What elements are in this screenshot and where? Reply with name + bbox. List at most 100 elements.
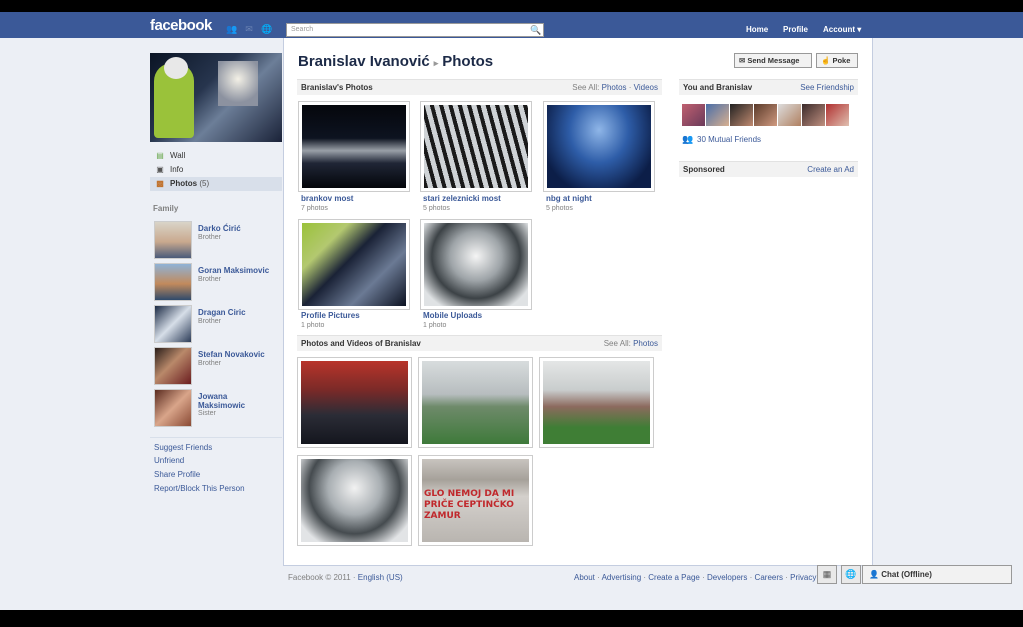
search-input[interactable]: Search — [286, 23, 544, 37]
footer-link-about[interactable]: About — [574, 573, 595, 582]
family-member[interactable]: Dragan Ciric Brother — [154, 305, 282, 343]
mutual-friend-avatar[interactable] — [706, 104, 729, 126]
album-thumbnail[interactable] — [420, 101, 532, 192]
profile-picture[interactable] — [150, 53, 282, 142]
chat-button[interactable]: 👤 Chat (Offline) — [862, 565, 1012, 584]
applications-icon[interactable]: ▦ — [817, 565, 837, 584]
photos-count: (5) — [199, 179, 210, 188]
mutual-friends-link[interactable]: 30 Mutual Friends — [697, 135, 761, 144]
albums-section-title: Branislav's Photos — [301, 83, 373, 92]
divider — [150, 437, 282, 438]
messages-icon[interactable]: ✉ — [244, 24, 254, 34]
notifications-icon[interactable]: 🌐 — [261, 24, 272, 34]
see-friendship-link[interactable]: See Friendship — [800, 80, 854, 96]
family-member[interactable]: Jowana Maksimowic Sister — [154, 389, 282, 427]
sidebar-item-label: Wall — [170, 151, 186, 160]
language-link[interactable]: English (US) — [358, 573, 403, 582]
photo-image — [301, 459, 408, 542]
footer-link-advertising[interactable]: Advertising — [602, 573, 642, 582]
album-thumbnail[interactable] — [543, 101, 655, 192]
family-relation: Brother — [198, 234, 221, 241]
unfriend-link[interactable]: Unfriend — [154, 456, 184, 465]
album-title[interactable]: nbg at night — [546, 194, 592, 203]
album-cover-image — [424, 105, 528, 188]
album-title[interactable]: stari zeleznicki most — [423, 194, 501, 203]
album-title[interactable]: Mobile Uploads — [423, 311, 482, 320]
share-profile-link[interactable]: Share Profile — [154, 470, 200, 479]
globe-icon[interactable]: 🌐 — [841, 565, 861, 584]
tagged-photo[interactable]: GLO NEMOJ DA MI PRIČE CEPTINČKO ZAMUR — [418, 455, 533, 546]
search-icon[interactable]: 🔍 — [530, 24, 542, 36]
see-all-label: See All: — [603, 339, 631, 348]
album-thumbnail[interactable] — [420, 219, 532, 310]
family-member-name[interactable]: Darko Ćirić — [198, 224, 282, 233]
tagged-photo[interactable] — [297, 455, 412, 546]
tagged-photo[interactable] — [539, 357, 654, 448]
family-member[interactable]: Goran Maksimovic Brother — [154, 263, 282, 301]
mutual-friend-avatar[interactable] — [802, 104, 825, 126]
nav-profile[interactable]: Profile — [783, 25, 808, 34]
family-member[interactable]: Darko Ćirić Brother — [154, 221, 282, 259]
footer-link-create-page[interactable]: Create a Page — [648, 573, 700, 582]
sidebar-item-info[interactable]: ▣ Info — [150, 163, 282, 177]
avatar[interactable] — [154, 263, 192, 301]
family-member-name[interactable]: Stefan Novakovic — [198, 350, 282, 359]
mutual-friend-avatar[interactable] — [826, 104, 849, 126]
family-member[interactable]: Stefan Novakovic Brother — [154, 347, 282, 385]
see-all-photos-link[interactable]: Photos — [602, 83, 627, 92]
albums-section-header: Branislav's Photos See All: Photos · Vid… — [297, 79, 662, 95]
send-message-label: Send Message — [747, 56, 800, 65]
family-relation: Sister — [198, 410, 216, 417]
bottom-black-bar — [0, 610, 1023, 627]
album-count: 5 photos — [546, 205, 573, 212]
tagged-photo[interactable] — [418, 357, 533, 448]
see-all-videos-link[interactable]: Videos — [634, 83, 658, 92]
family-relation: Brother — [198, 318, 221, 325]
album-title[interactable]: Profile Pictures — [301, 311, 360, 320]
see-all-photos-link[interactable]: Photos — [633, 339, 658, 348]
page-section-title: Photos — [442, 53, 494, 70]
see-all-links: See All: Photos · Videos — [572, 80, 658, 96]
photo-image — [301, 361, 408, 444]
family-member-name[interactable]: Dragan Ciric — [198, 308, 282, 317]
avatar[interactable] — [154, 305, 192, 343]
sidebar-item-photos[interactable]: ▩ Photos (5) — [150, 177, 282, 191]
friend-requests-icon[interactable]: 👥 — [226, 24, 237, 34]
family-member-name[interactable]: Goran Maksimovic — [198, 266, 282, 275]
album-title[interactable]: brankov most — [301, 194, 353, 203]
mutual-friend-avatar[interactable] — [730, 104, 753, 126]
album-count: 5 photos — [423, 205, 450, 212]
poke-button[interactable]: ☝ Poke — [816, 53, 858, 68]
mutual-friend-avatar[interactable] — [754, 104, 777, 126]
nav-account[interactable]: Account ▾ — [823, 25, 861, 34]
album-thumbnail[interactable] — [298, 101, 410, 192]
avatar[interactable] — [154, 389, 192, 427]
tagged-section-header: Photos and Videos of Branislav See All: … — [297, 335, 662, 351]
mutual-friend-avatar[interactable] — [778, 104, 801, 126]
suggest-friends-link[interactable]: Suggest Friends — [154, 443, 212, 452]
facebook-logo[interactable]: facebook — [150, 17, 212, 34]
footer-link-developers[interactable]: Developers — [707, 573, 747, 582]
footer-link-careers[interactable]: Careers — [755, 573, 783, 582]
poke-label: Poke — [832, 56, 851, 65]
report-block-link[interactable]: Report/Block This Person — [154, 484, 245, 493]
mutual-friend-avatar[interactable] — [682, 104, 705, 126]
profile-name-link[interactable]: Branislav Ivanović — [298, 53, 430, 70]
avatar[interactable] — [154, 347, 192, 385]
avatar[interactable] — [154, 221, 192, 259]
breadcrumb-arrow-icon: ▸ — [433, 58, 439, 68]
tagged-photo[interactable] — [297, 357, 412, 448]
sidebar-item-wall[interactable]: ▤ Wall — [150, 149, 282, 163]
chat-label: Chat (Offline) — [881, 570, 932, 579]
send-message-button[interactable]: ✉ Send Message — [734, 53, 812, 68]
family-member-name[interactable]: Jowana Maksimowic — [198, 392, 258, 410]
photo-image — [422, 361, 529, 444]
family-relation: Brother — [198, 276, 221, 283]
album-count: 1 photo — [423, 322, 447, 329]
create-ad-link[interactable]: Create an Ad — [807, 162, 854, 178]
album-cover-image — [302, 223, 406, 306]
album-count: 7 photos — [301, 205, 328, 212]
nav-home[interactable]: Home — [746, 25, 768, 34]
album-thumbnail[interactable] — [298, 219, 410, 310]
footer-link-privacy[interactable]: Privacy — [790, 573, 816, 582]
